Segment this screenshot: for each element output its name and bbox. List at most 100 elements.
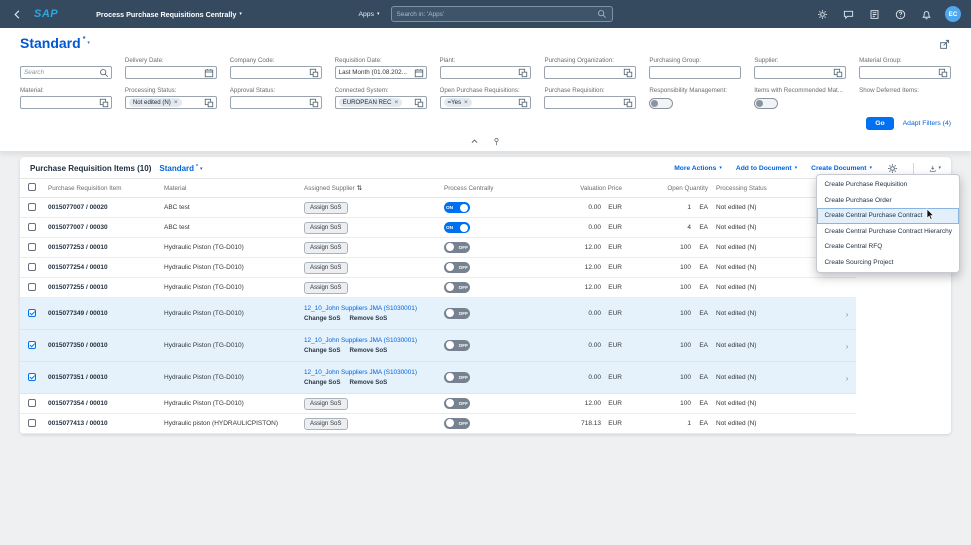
filter-input-connected-system[interactable]: EUROPEAN REC×	[335, 96, 427, 109]
table-variant-selector[interactable]: Standard* ▾	[159, 164, 202, 173]
supplier-link[interactable]: 12_10_John Suppliers JMA (S1030001)	[304, 305, 436, 312]
table-settings-icon[interactable]	[887, 162, 899, 174]
filter-input-plant[interactable]	[440, 66, 532, 79]
token-remove-icon[interactable]: ×	[464, 99, 468, 106]
change-sos-button[interactable]: Change SoS	[304, 315, 340, 322]
filter-input-processing-status[interactable]: Not edited (N)×	[125, 96, 217, 109]
row-nav-chevron-icon[interactable]: ›	[846, 341, 849, 351]
select-all-checkbox[interactable]	[28, 183, 36, 191]
filter-token[interactable]: Not edited (N)×	[129, 98, 182, 107]
process-centrally-switch[interactable]: OFF	[444, 242, 470, 253]
assign-sos-button[interactable]: Assign SoS	[304, 202, 348, 214]
adapt-filters-link[interactable]: Adapt Filters (4)	[903, 120, 951, 127]
process-centrally-switch[interactable]: OFF	[444, 398, 470, 409]
process-centrally-switch[interactable]: OFF	[444, 282, 470, 293]
row-checkbox[interactable]	[28, 373, 36, 381]
process-centrally-switch[interactable]: ON	[444, 222, 470, 233]
column-header-material[interactable]: Material	[160, 179, 300, 198]
value-help-icon[interactable]	[414, 98, 424, 108]
help-icon[interactable]	[893, 7, 907, 21]
process-centrally-switch[interactable]: OFF	[444, 308, 470, 319]
value-help-icon[interactable]	[623, 68, 633, 78]
notifications-bell-icon[interactable]	[919, 7, 933, 21]
filter-input-purchasing-group[interactable]	[649, 66, 741, 79]
search-icon[interactable]	[597, 9, 607, 19]
page-variant-selector[interactable]: Standard* ▾	[20, 35, 90, 51]
share-icon[interactable]	[939, 39, 951, 51]
table-row[interactable]: 0015077253 / 00010Hydraulic Piston (TG-D…	[20, 238, 856, 258]
change-sos-button[interactable]: Change SoS	[304, 379, 340, 386]
filter-switch-responsibility-management[interactable]	[649, 98, 673, 109]
user-avatar[interactable]: EC	[945, 6, 961, 22]
filter-input-delivery-date[interactable]	[125, 66, 217, 79]
token-remove-icon[interactable]: ×	[394, 99, 398, 106]
column-header-process-centrally[interactable]: Process Centrally	[440, 179, 526, 198]
export-icon[interactable]: ▾	[929, 162, 941, 174]
value-help-icon[interactable]	[623, 98, 633, 108]
value-help-icon[interactable]	[99, 98, 109, 108]
menu-item-create-central-rfq[interactable]: Create Central RFQ	[817, 239, 959, 255]
notes-icon[interactable]	[867, 7, 881, 21]
value-help-icon[interactable]	[518, 68, 528, 78]
menu-item-create-central-purchase-contract[interactable]: Create Central Purchase Contract	[817, 208, 959, 224]
token-remove-icon[interactable]: ×	[174, 99, 178, 106]
value-help-icon[interactable]	[309, 68, 319, 78]
filter-input-material[interactable]	[20, 96, 112, 109]
table-row[interactable]: 0015077349 / 00010Hydraulic Piston (TG-D…	[20, 298, 856, 330]
filter-input-approval-status[interactable]	[230, 96, 322, 109]
row-checkbox[interactable]	[28, 399, 36, 407]
value-help-icon[interactable]	[309, 98, 319, 108]
supplier-link[interactable]: 12_10_John Suppliers JMA (S1030001)	[304, 369, 436, 376]
assign-sos-button[interactable]: Assign SoS	[304, 222, 348, 234]
filter-input-purchase-requisition[interactable]	[544, 96, 636, 109]
column-header-assigned-supplier[interactable]: Assigned Supplier⇅	[300, 179, 440, 198]
calendar-icon[interactable]	[414, 68, 424, 78]
value-help-icon[interactable]	[938, 68, 948, 78]
supplier-link[interactable]: 12_10_John Suppliers JMA (S1030001)	[304, 337, 436, 344]
assign-sos-button[interactable]: Assign SoS	[304, 262, 348, 274]
remove-sos-button[interactable]: Remove SoS	[349, 379, 387, 386]
process-centrally-switch[interactable]: OFF	[444, 340, 470, 351]
row-checkbox[interactable]	[28, 203, 36, 211]
value-help-icon[interactable]	[833, 68, 843, 78]
process-centrally-switch[interactable]: OFF	[444, 418, 470, 429]
value-help-icon[interactable]	[518, 98, 528, 108]
search-icon[interactable]	[99, 68, 109, 78]
assign-sos-button[interactable]: Assign SoS	[304, 282, 348, 294]
filter-token[interactable]: =Yes×	[444, 98, 472, 107]
process-centrally-switch[interactable]: OFF	[444, 372, 470, 383]
assign-sos-button[interactable]: Assign SoS	[304, 242, 348, 254]
app-title-menu[interactable]: Process Purchase Requisitions Centrally …	[96, 10, 242, 19]
table-row[interactable]: 0015077413 / 00010Hydraulic piston (HYDR…	[20, 414, 856, 434]
column-header-valuation-price[interactable]: Valuation Price	[526, 179, 626, 198]
row-nav-chevron-icon[interactable]: ›	[846, 309, 849, 319]
collapse-filterbar-icon[interactable]	[470, 137, 480, 147]
row-checkbox[interactable]	[28, 243, 36, 251]
filter-input-company-code[interactable]	[230, 66, 322, 79]
filter-token[interactable]: EUROPEAN REC×	[339, 98, 403, 107]
filter-input-supplier[interactable]	[754, 66, 846, 79]
table-row[interactable]: 0015077007 / 00030ABC testAssign SoSON0.…	[20, 218, 856, 238]
filter-input-search[interactable]: Search	[20, 66, 112, 79]
assign-sos-button[interactable]: Assign SoS	[304, 418, 348, 430]
table-row[interactable]: 0015077354 / 00010Hydraulic Piston (TG-D…	[20, 394, 856, 414]
assign-sos-button[interactable]: Assign SoS	[304, 398, 348, 410]
menu-item-create-purchase-order[interactable]: Create Purchase Order	[817, 193, 959, 209]
chat-icon[interactable]	[841, 7, 855, 21]
column-header-open-quantity[interactable]: Open Quantity	[626, 179, 712, 198]
row-checkbox[interactable]	[28, 419, 36, 427]
apps-menu[interactable]: Apps ▾	[358, 11, 379, 18]
back-icon[interactable]	[10, 7, 24, 21]
add-to-document-button[interactable]: Add to Document ▾	[736, 165, 797, 172]
table-row[interactable]: 0015077255 / 00010Hydraulic Piston (TG-D…	[20, 278, 856, 298]
table-row[interactable]: 0015077350 / 00010Hydraulic Piston (TG-D…	[20, 330, 856, 362]
table-row[interactable]: 0015077254 / 00010Hydraulic Piston (TG-D…	[20, 258, 856, 278]
filter-switch-items-with-recommended-mat[interactable]	[754, 98, 778, 109]
value-help-icon[interactable]	[204, 98, 214, 108]
table-row[interactable]: 0015077351 / 00010Hydraulic Piston (TG-D…	[20, 362, 856, 394]
row-checkbox[interactable]	[28, 283, 36, 291]
change-sos-button[interactable]: Change SoS	[304, 347, 340, 354]
menu-item-create-purchase-requisition[interactable]: Create Purchase Requisition	[817, 177, 959, 193]
menu-item-create-central-purchase-contract-hierarchy[interactable]: Create Central Purchase Contract Hierarc…	[817, 224, 959, 240]
row-checkbox[interactable]	[28, 309, 36, 317]
